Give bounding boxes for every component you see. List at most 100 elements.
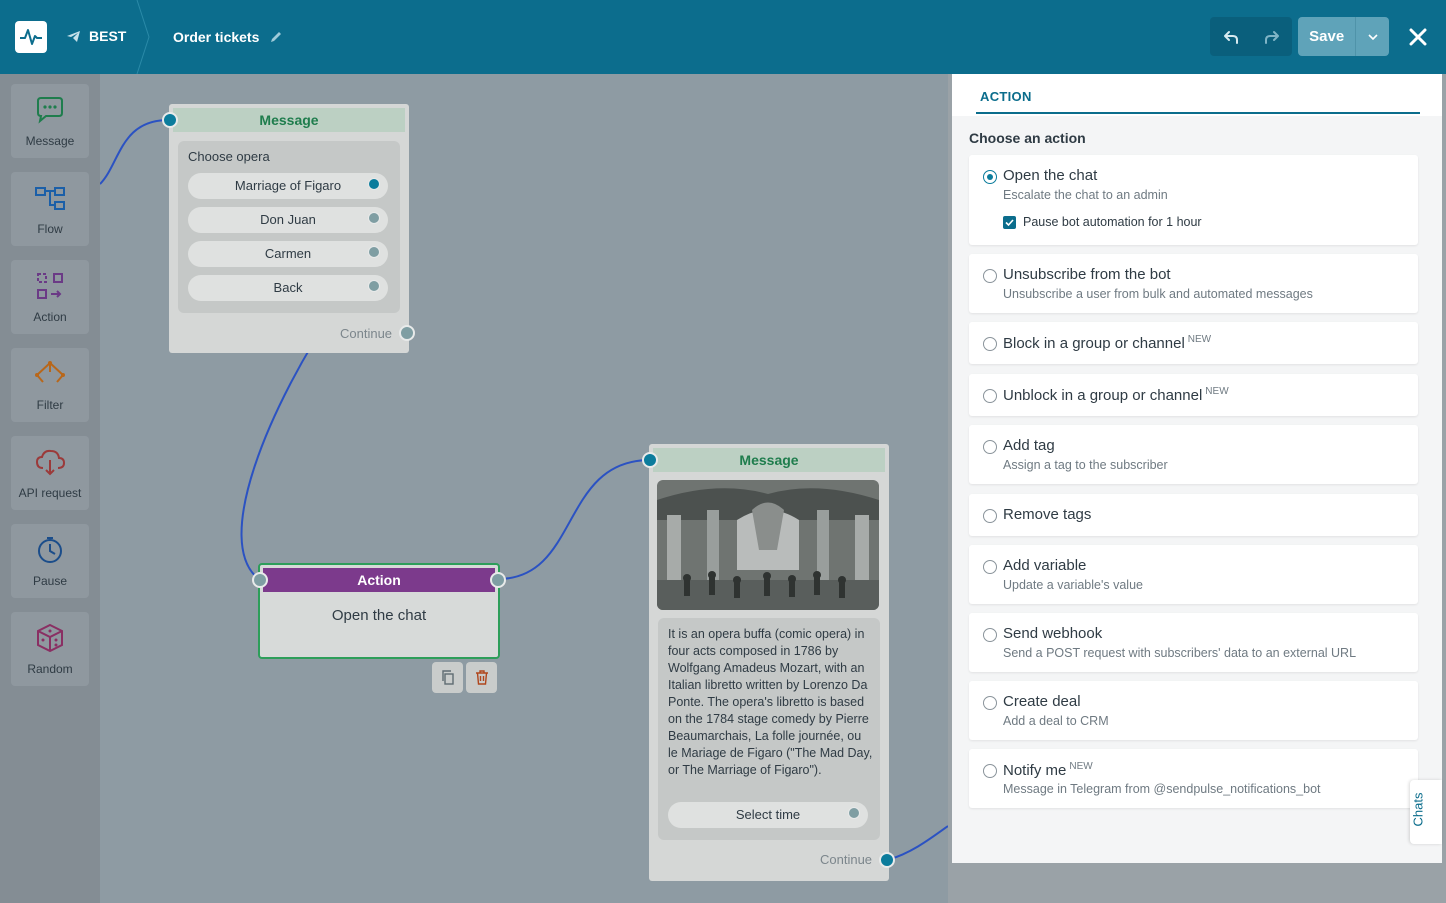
undo-button[interactable] bbox=[1210, 17, 1251, 56]
flow-canvas[interactable]: Message Choose opera Marriage of Figaro … bbox=[100, 74, 948, 903]
top-bar: BEST Order tickets Save bbox=[0, 0, 1446, 74]
chats-tab-label: Chats bbox=[1410, 792, 1426, 827]
radio-button[interactable] bbox=[983, 764, 997, 778]
input-connector[interactable] bbox=[252, 572, 268, 588]
option-add-tag[interactable]: Add tag Assign a tag to the subscriber bbox=[969, 425, 1418, 484]
pencil-icon[interactable] bbox=[269, 30, 283, 44]
sidebar-item-label: Action bbox=[33, 310, 67, 324]
action-node[interactable]: Action Open the chat bbox=[258, 563, 500, 659]
radio-button[interactable] bbox=[983, 389, 997, 403]
option-title: Remove tags bbox=[1003, 506, 1092, 523]
copy-node-button[interactable] bbox=[432, 662, 463, 693]
api-request-icon bbox=[35, 449, 66, 476]
new-badge: NEW bbox=[1187, 334, 1212, 345]
close-button[interactable] bbox=[1405, 24, 1431, 50]
radio-button[interactable] bbox=[983, 509, 997, 523]
option-remove-tags[interactable]: Remove tags bbox=[969, 494, 1418, 536]
sidebar-item-label: API request bbox=[18, 486, 82, 500]
message-button[interactable]: Marriage of Figaro bbox=[188, 173, 388, 199]
output-connector[interactable] bbox=[490, 572, 506, 588]
options-area: Choose an action Open the chat Escalate … bbox=[952, 116, 1442, 863]
action-text: Open the chat bbox=[331, 607, 427, 624]
input-connector[interactable] bbox=[642, 452, 658, 468]
sidebar-item-action[interactable]: Action bbox=[11, 260, 89, 334]
sidebar-item-label: Message bbox=[25, 134, 75, 148]
button-connector[interactable] bbox=[848, 807, 860, 819]
message-node[interactable]: Message It is an opera buffa (comic oper… bbox=[649, 444, 889, 881]
redo-icon bbox=[1264, 30, 1279, 44]
save-group: Save bbox=[1298, 17, 1389, 56]
input-connector[interactable] bbox=[162, 112, 178, 128]
chats-tab[interactable]: Chats bbox=[1410, 780, 1442, 844]
sidebar-item-filter[interactable]: Filter bbox=[11, 348, 89, 422]
message-text: Choose opera bbox=[188, 149, 270, 164]
panel-title: Choose an action bbox=[969, 130, 1086, 146]
option-unblock[interactable]: Unblock in a group or channel NEW bbox=[969, 374, 1418, 416]
button-connector[interactable] bbox=[368, 178, 380, 190]
undo-icon bbox=[1223, 30, 1238, 44]
button-connector[interactable] bbox=[368, 212, 380, 224]
radio-button[interactable] bbox=[983, 269, 997, 283]
message-button[interactable]: Carmen bbox=[188, 241, 388, 267]
option-title: Add tag bbox=[1003, 437, 1055, 454]
continue-connector[interactable] bbox=[399, 325, 415, 341]
radio-button[interactable] bbox=[983, 170, 997, 184]
option-title-text: Block in a group or channel bbox=[1003, 335, 1185, 352]
radio-button[interactable] bbox=[983, 696, 997, 710]
sidebar-item-label: Flow bbox=[37, 222, 63, 236]
option-notify-me[interactable]: Notify me NEW Message in Telegram from @s… bbox=[969, 749, 1418, 808]
save-options-button[interactable] bbox=[1356, 17, 1389, 56]
flow-title[interactable]: Order tickets bbox=[173, 29, 283, 45]
sidebar-item-pause[interactable]: Pause bbox=[11, 524, 89, 598]
radio-button[interactable] bbox=[983, 440, 997, 454]
sidebar-item-message[interactable]: Message bbox=[11, 84, 89, 158]
app-logo[interactable] bbox=[15, 21, 47, 53]
sidebar-item-random[interactable]: Random bbox=[11, 612, 89, 686]
delete-node-button[interactable] bbox=[466, 662, 497, 693]
option-create-deal[interactable]: Create deal Add a deal to CRM bbox=[969, 681, 1418, 740]
flow-icon bbox=[35, 187, 65, 210]
option-title: Block in a group or channel NEW bbox=[1003, 334, 1211, 352]
opera-image bbox=[657, 480, 879, 610]
message-content: It is an opera buffa (comic opera) in fo… bbox=[658, 618, 880, 840]
pause-checkbox[interactable] bbox=[1003, 216, 1016, 229]
option-unsubscribe[interactable]: Unsubscribe from the bot Unsubscribe a u… bbox=[969, 254, 1418, 313]
tab-underline bbox=[976, 112, 1420, 114]
filter-icon bbox=[35, 361, 65, 383]
option-open-chat[interactable]: Open the chat Escalate the chat to an ad… bbox=[969, 155, 1418, 245]
sidebar-item-flow[interactable]: Flow bbox=[11, 172, 89, 246]
message-button[interactable]: Select time bbox=[668, 802, 868, 828]
message-button[interactable]: Don Juan bbox=[188, 207, 388, 233]
save-button[interactable]: Save bbox=[1298, 17, 1357, 56]
button-connector[interactable] bbox=[368, 246, 380, 258]
option-add-variable[interactable]: Add variable Update a variable's value bbox=[969, 545, 1418, 604]
option-title-text: Notify me bbox=[1003, 762, 1067, 779]
sidebar-item-api-request[interactable]: API request bbox=[11, 436, 89, 510]
option-block[interactable]: Block in a group or channel NEW bbox=[969, 322, 1418, 364]
continue-connector[interactable] bbox=[879, 852, 895, 868]
trash-icon bbox=[475, 670, 488, 685]
sidebar-item-label: Random bbox=[27, 662, 73, 676]
continue-label: Continue bbox=[820, 852, 873, 867]
action-icon bbox=[37, 273, 63, 299]
option-description: Assign a tag to the subscriber bbox=[1003, 458, 1168, 472]
tab-action[interactable]: ACTION bbox=[980, 89, 1032, 104]
message-button[interactable]: Back bbox=[188, 275, 388, 301]
sidebar-item-label: Pause bbox=[32, 574, 68, 588]
flow-name: Order tickets bbox=[173, 29, 260, 45]
copy-icon bbox=[441, 670, 454, 685]
radio-button[interactable] bbox=[983, 337, 997, 351]
button-connector[interactable] bbox=[368, 280, 380, 292]
option-send-webhook[interactable]: Send webhook Send a POST request with su… bbox=[969, 613, 1418, 672]
new-badge: NEW bbox=[1069, 761, 1093, 772]
bot-breadcrumb[interactable]: BEST bbox=[66, 28, 126, 44]
option-title: Send webhook bbox=[1003, 625, 1103, 642]
option-title: Unsubscribe from the bot bbox=[1003, 266, 1171, 283]
message-node[interactable]: Message Choose opera Marriage of Figaro … bbox=[169, 104, 409, 353]
option-description: Send a POST request with subscribers' da… bbox=[1003, 646, 1357, 660]
radio-button[interactable] bbox=[983, 560, 997, 574]
redo-button[interactable] bbox=[1251, 17, 1292, 56]
message-text: It is an opera buffa (comic opera) in fo… bbox=[668, 627, 873, 777]
option-title: Create deal bbox=[1003, 693, 1081, 710]
radio-button[interactable] bbox=[983, 628, 997, 642]
